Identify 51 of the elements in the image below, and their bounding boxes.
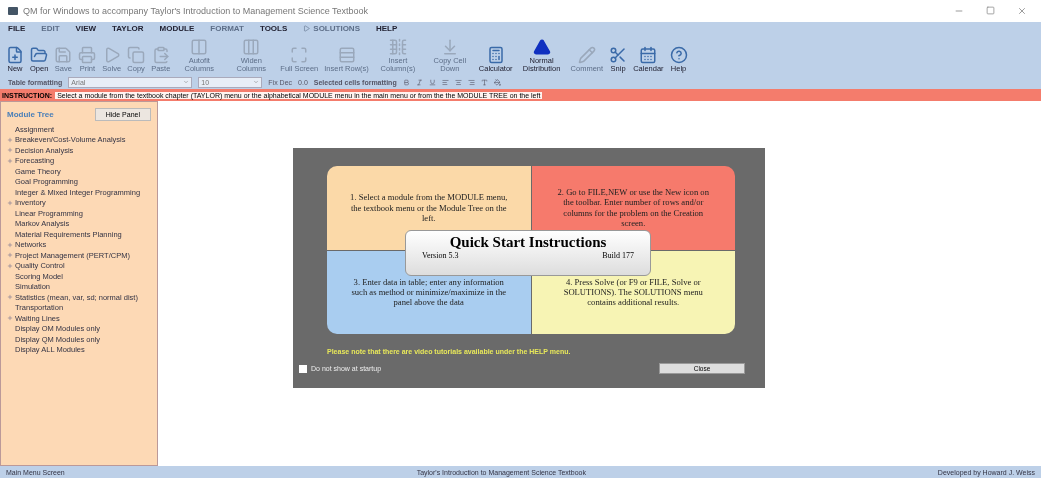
align-left-icon[interactable] [441, 78, 449, 86]
expand-icon[interactable] [7, 241, 13, 248]
restore-icon[interactable] [986, 6, 995, 15]
expand-icon[interactable] [7, 199, 13, 206]
printer-icon [78, 45, 97, 64]
close-icon[interactable] [1017, 6, 1027, 16]
save-icon [54, 45, 73, 64]
expand-icon[interactable] [7, 136, 13, 143]
copy-icon [127, 45, 146, 64]
expand-icon[interactable] [7, 262, 13, 269]
startup-checkbox[interactable] [299, 364, 307, 373]
expand-icon[interactable] [7, 315, 13, 322]
columns-icon [190, 37, 209, 56]
folder-icon [30, 45, 49, 64]
help-icon [669, 45, 688, 64]
align-center-icon[interactable] [454, 78, 462, 86]
menu-item[interactable]: HELP [376, 24, 398, 33]
triangle-icon [532, 37, 551, 56]
rows-icon [337, 45, 356, 64]
build-label: Build 177 [602, 251, 634, 260]
maximize-icon [290, 45, 309, 64]
expand-icon[interactable] [7, 252, 13, 259]
app-icon [8, 7, 18, 15]
menu-item[interactable]: TAYLOR [112, 24, 144, 33]
columns-icon [242, 37, 261, 56]
expand-icon[interactable] [7, 157, 13, 164]
scissors-icon [609, 45, 628, 64]
pencil-icon [577, 45, 596, 64]
calendar-icon [639, 45, 658, 64]
menu-item[interactable]: TOOLS [259, 24, 288, 33]
version-label: Version 5.3 [422, 251, 459, 260]
window-title: QM for Windows to accompany Taylor's Introduction to Management Science Textbook [23, 6, 369, 16]
menu-item[interactable]: VIEW [75, 24, 97, 33]
expand-icon[interactable] [7, 147, 13, 154]
paste-icon [151, 45, 170, 64]
bold-icon[interactable] [402, 78, 410, 86]
align-right-icon[interactable] [467, 78, 475, 86]
expand-icon[interactable] [7, 294, 13, 301]
dropdown-icon [183, 79, 190, 85]
panel-title: Module Tree [7, 110, 54, 119]
calculator-icon [486, 45, 505, 64]
menu-item[interactable]: FILE [8, 24, 26, 33]
dropdown-icon [253, 79, 260, 85]
font-color-icon[interactable] [480, 78, 488, 86]
fill-color-icon[interactable] [493, 78, 501, 86]
new-file-icon [6, 45, 24, 64]
menu-item[interactable]: MODULE [159, 24, 195, 33]
play-icon [303, 25, 311, 32]
columns-icon [388, 37, 407, 56]
italic-icon[interactable] [415, 78, 423, 86]
underline-icon[interactable] [428, 78, 436, 86]
